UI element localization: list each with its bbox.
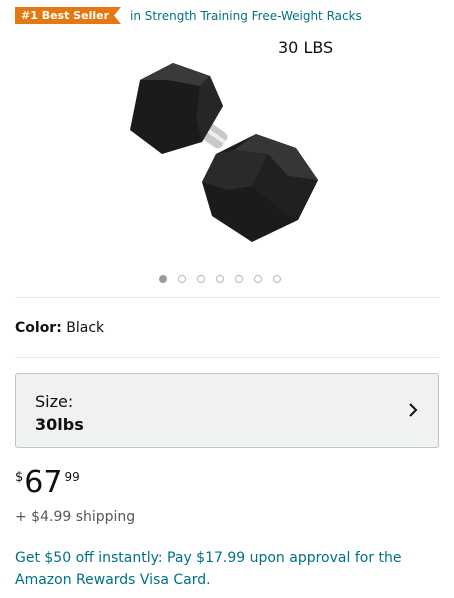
carousel-dot[interactable] (273, 275, 281, 283)
hex-dumbbell-icon (130, 63, 318, 242)
shipping-cost: + $4.99 shipping (15, 509, 136, 525)
color-label: Color: (15, 320, 62, 336)
carousel-dot[interactable] (159, 275, 167, 283)
color-selection: Color: Black (15, 320, 104, 336)
bestseller-row: #1 Best Seller in Strength Training Free… (15, 7, 362, 24)
image-carousel-dots (159, 275, 281, 283)
color-value: Black (66, 320, 105, 336)
image-weight-label: 30 LBS (278, 38, 334, 57)
divider (15, 297, 439, 298)
carousel-dot[interactable] (254, 275, 262, 283)
carousel-dot[interactable] (216, 275, 224, 283)
size-value: 30lbs (35, 415, 84, 434)
chevron-right-icon (409, 403, 418, 417)
price-whole: 67 (24, 465, 63, 500)
category-link[interactable]: in Strength Training Free-Weight Racks (130, 9, 362, 23)
carousel-dot[interactable] (178, 275, 186, 283)
carousel-dot[interactable] (197, 275, 205, 283)
size-selector-button[interactable]: Size: 30lbs (15, 373, 439, 448)
size-label: Size: (35, 392, 74, 411)
best-seller-badge: #1 Best Seller (15, 7, 121, 24)
price: $ 67 99 (15, 466, 80, 500)
divider (15, 357, 439, 358)
rewards-card-promo-link[interactable]: Get $50 off instantly: Pay $17.99 upon a… (15, 547, 445, 591)
price-currency-symbol: $ (15, 470, 24, 485)
price-fraction: 99 (64, 470, 80, 484)
product-image[interactable] (118, 58, 328, 248)
carousel-dot[interactable] (235, 275, 243, 283)
